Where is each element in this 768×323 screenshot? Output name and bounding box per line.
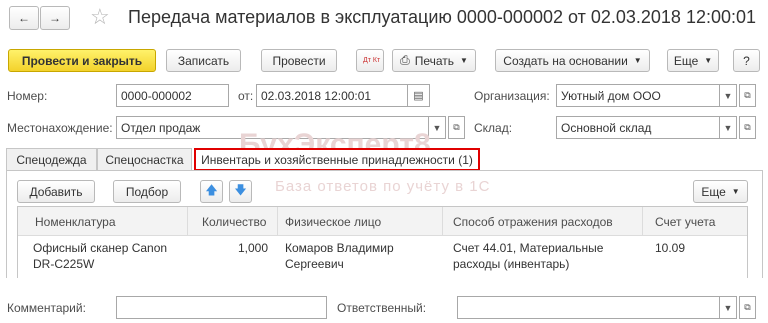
organization-open-button[interactable]: ⧉ xyxy=(739,84,756,107)
location-label: Местонахождение: xyxy=(7,121,113,135)
calendar-button[interactable]: ▤ xyxy=(408,84,430,107)
warehouse-dropdown-button[interactable]: ▼ xyxy=(720,116,737,139)
print-button[interactable]: ⎙ Печать ▼ xyxy=(392,49,476,72)
table-header xyxy=(18,207,747,236)
arrow-right-icon: → xyxy=(49,11,61,25)
location-field[interactable]: Отдел продаж xyxy=(116,116,429,139)
save-button[interactable]: Записать xyxy=(166,49,241,72)
chevron-down-icon: ▼ xyxy=(723,90,733,101)
move-up-button[interactable]: 🡅 xyxy=(200,180,223,203)
organization-field[interactable]: Уютный дом ООО xyxy=(556,84,720,107)
open-link-icon: ⧉ xyxy=(744,302,751,312)
responsible-label: Ответственный: xyxy=(337,301,427,315)
responsible-field[interactable] xyxy=(457,296,720,319)
forward-button[interactable]: → xyxy=(40,6,70,30)
comment-field[interactable] xyxy=(116,296,327,319)
organization-dropdown-button[interactable]: ▼ xyxy=(720,84,737,107)
tab-special-clothing[interactable]: Спецодежда xyxy=(6,148,97,170)
cell-item: Офисный сканер Canon DR-C225W xyxy=(33,241,168,271)
post-button[interactable]: Провести xyxy=(261,49,337,72)
calendar-icon: ▤ xyxy=(413,90,424,102)
dropdown-arrow-icon: ▼ xyxy=(460,56,468,65)
open-link-icon: ⧉ xyxy=(453,122,460,132)
organization-label: Организация: xyxy=(474,89,550,103)
move-down-button[interactable]: 🡇 xyxy=(229,180,252,203)
responsible-open-button[interactable]: ⧉ xyxy=(739,296,756,319)
back-button[interactable]: ← xyxy=(9,6,39,30)
warehouse-open-button[interactable]: ⧉ xyxy=(739,116,756,139)
tab-special-equipment[interactable]: Спецоснастка xyxy=(97,148,192,170)
more-actions-button[interactable]: Еще ▼ xyxy=(667,49,719,72)
column-header-expense-method[interactable]: Способ отражения расходов xyxy=(453,215,613,229)
dt-kt-icon: Дт Кт xyxy=(363,56,381,64)
chevron-down-icon: ▼ xyxy=(723,302,733,313)
open-link-icon: ⧉ xyxy=(744,122,751,132)
date-field[interactable]: 02.03.2018 12:00:01 xyxy=(256,84,408,107)
dropdown-arrow-icon: ▼ xyxy=(704,56,713,65)
page-title: Передача материалов в эксплуатацию 0000-… xyxy=(128,7,757,27)
warehouse-field[interactable]: Основной склад xyxy=(556,116,720,139)
pick-button[interactable]: Подбор xyxy=(113,180,181,203)
cell-person: Комаров Владимир Сергеевич xyxy=(285,241,394,271)
dropdown-arrow-icon: ▼ xyxy=(633,56,642,65)
chevron-down-icon: ▼ xyxy=(723,122,733,133)
table-row[interactable]: Офисный сканер Canon DR-C225W 1,000 Кома… xyxy=(18,236,747,278)
table-more-button[interactable]: Еще ▼ xyxy=(693,180,748,203)
dropdown-arrow-icon: ▼ xyxy=(731,187,740,196)
date-label: от: xyxy=(238,89,254,103)
location-dropdown-button[interactable]: ▼ xyxy=(429,116,446,139)
create-based-on-button[interactable]: Создать на основании ▼ xyxy=(495,49,650,72)
arrow-left-icon: ← xyxy=(18,11,30,25)
dt-kt-button[interactable]: Дт Кт xyxy=(356,49,384,72)
column-header-person[interactable]: Физическое лицо xyxy=(285,215,381,229)
comment-label: Комментарий: xyxy=(7,301,86,315)
cell-quantity: 1,000 xyxy=(237,241,268,255)
cell-account: 10.09 xyxy=(655,241,686,255)
add-button[interactable]: Добавить xyxy=(17,180,95,203)
arrow-up-icon: 🡅 xyxy=(205,183,218,197)
location-open-button[interactable]: ⧉ xyxy=(448,116,465,139)
arrow-down-icon: 🡇 xyxy=(234,183,247,197)
responsible-dropdown-button[interactable]: ▼ xyxy=(720,296,737,319)
column-header-account[interactable]: Счет учета xyxy=(655,215,715,229)
post-and-close-button[interactable]: Провести и закрыть xyxy=(8,49,156,72)
help-button[interactable]: ? xyxy=(733,49,760,72)
number-field[interactable]: 0000-000002 xyxy=(116,84,229,107)
column-header-quantity[interactable]: Количество xyxy=(202,215,266,229)
chevron-down-icon: ▼ xyxy=(432,122,442,133)
tab-inventory[interactable]: Инвентарь и хозяйственные принадлежности… xyxy=(194,148,480,171)
open-link-icon: ⧉ xyxy=(744,90,751,100)
cell-expense-method: Счет 44.01, Материальные расходы (инвент… xyxy=(453,241,604,271)
column-header-nomenclature[interactable]: Номенклатура xyxy=(35,215,116,229)
number-label: Номер: xyxy=(7,89,48,103)
favorite-star-icon[interactable]: ☆ xyxy=(90,4,110,30)
printer-icon: ⎙ xyxy=(400,53,410,67)
warehouse-label: Склад: xyxy=(474,121,513,135)
